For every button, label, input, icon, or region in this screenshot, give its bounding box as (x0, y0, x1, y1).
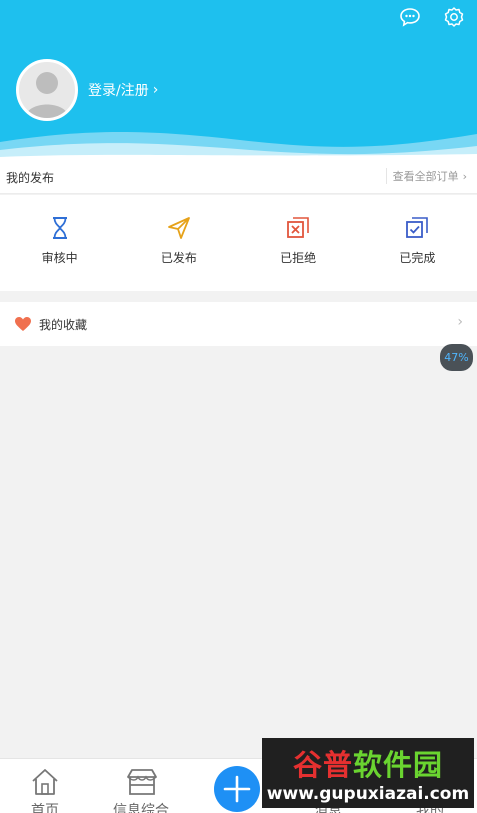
status-rejected[interactable]: 已拒绝 (239, 195, 358, 291)
watermark-brand: 谷普软件园 (262, 742, 474, 784)
tab-home-label: 首页 (31, 803, 59, 813)
store-icon (127, 769, 157, 795)
paper-plane-icon (167, 217, 190, 239)
tab-info-label: 信息综合 (113, 803, 169, 813)
my-favorites-row[interactable]: 我的收藏 › (0, 302, 477, 346)
hourglass-icon (52, 217, 67, 239)
header-waves (0, 132, 477, 160)
message-icon[interactable] (399, 6, 421, 28)
profile-header: 登录/注册 › (0, 0, 477, 160)
status-published-label: 已发布 (160, 251, 197, 265)
my-publish-title: 我的发布 (6, 171, 55, 185)
status-completed-label: 已完成 (399, 251, 436, 265)
completed-icon (406, 217, 429, 238)
tab-info[interactable]: 信息综合 (96, 759, 186, 813)
chevron-right-icon: › (152, 82, 159, 98)
my-publish-header: 我的发布 查看全部订单 › (0, 160, 477, 194)
status-rejected-label: 已拒绝 (280, 251, 317, 265)
status-published[interactable]: 已发布 (119, 195, 238, 291)
gear-icon[interactable] (443, 6, 465, 28)
default-avatar-icon (25, 72, 69, 118)
chevron-right-icon: › (462, 169, 467, 183)
progress-badge[interactable]: 47% (440, 344, 473, 371)
login-register-link[interactable]: 登录/注册 › (88, 80, 158, 100)
tab-home[interactable]: 首页 (0, 759, 90, 813)
status-completed[interactable]: 已完成 (358, 195, 477, 291)
plus-icon (223, 775, 251, 803)
view-all-orders-link[interactable]: 查看全部订单 › (385, 168, 467, 184)
avatar[interactable] (16, 59, 78, 121)
watermark-logo: 谷普软件园 www.gupuxiazai.com (262, 738, 474, 808)
watermark-brand-a: 谷普 (292, 748, 353, 782)
watermark-brand-b: 软件园 (353, 748, 444, 782)
home-icon (32, 769, 58, 795)
heart-icon (15, 317, 31, 331)
my-favorites-label: 我的收藏 (39, 318, 88, 332)
chevron-right-icon: › (457, 314, 463, 330)
rejected-icon (287, 217, 309, 238)
add-post-button[interactable] (214, 766, 260, 812)
watermark-url: www.gupuxiazai.com (266, 784, 470, 804)
publish-status-row: 审核中 已发布 已拒绝 已完成 (0, 195, 477, 291)
status-reviewing[interactable]: 审核中 (0, 195, 119, 291)
status-reviewing-label: 审核中 (41, 251, 78, 265)
view-all-orders-label: 查看全部订单 (392, 170, 459, 183)
login-register-label: 登录/注册 (88, 83, 149, 99)
